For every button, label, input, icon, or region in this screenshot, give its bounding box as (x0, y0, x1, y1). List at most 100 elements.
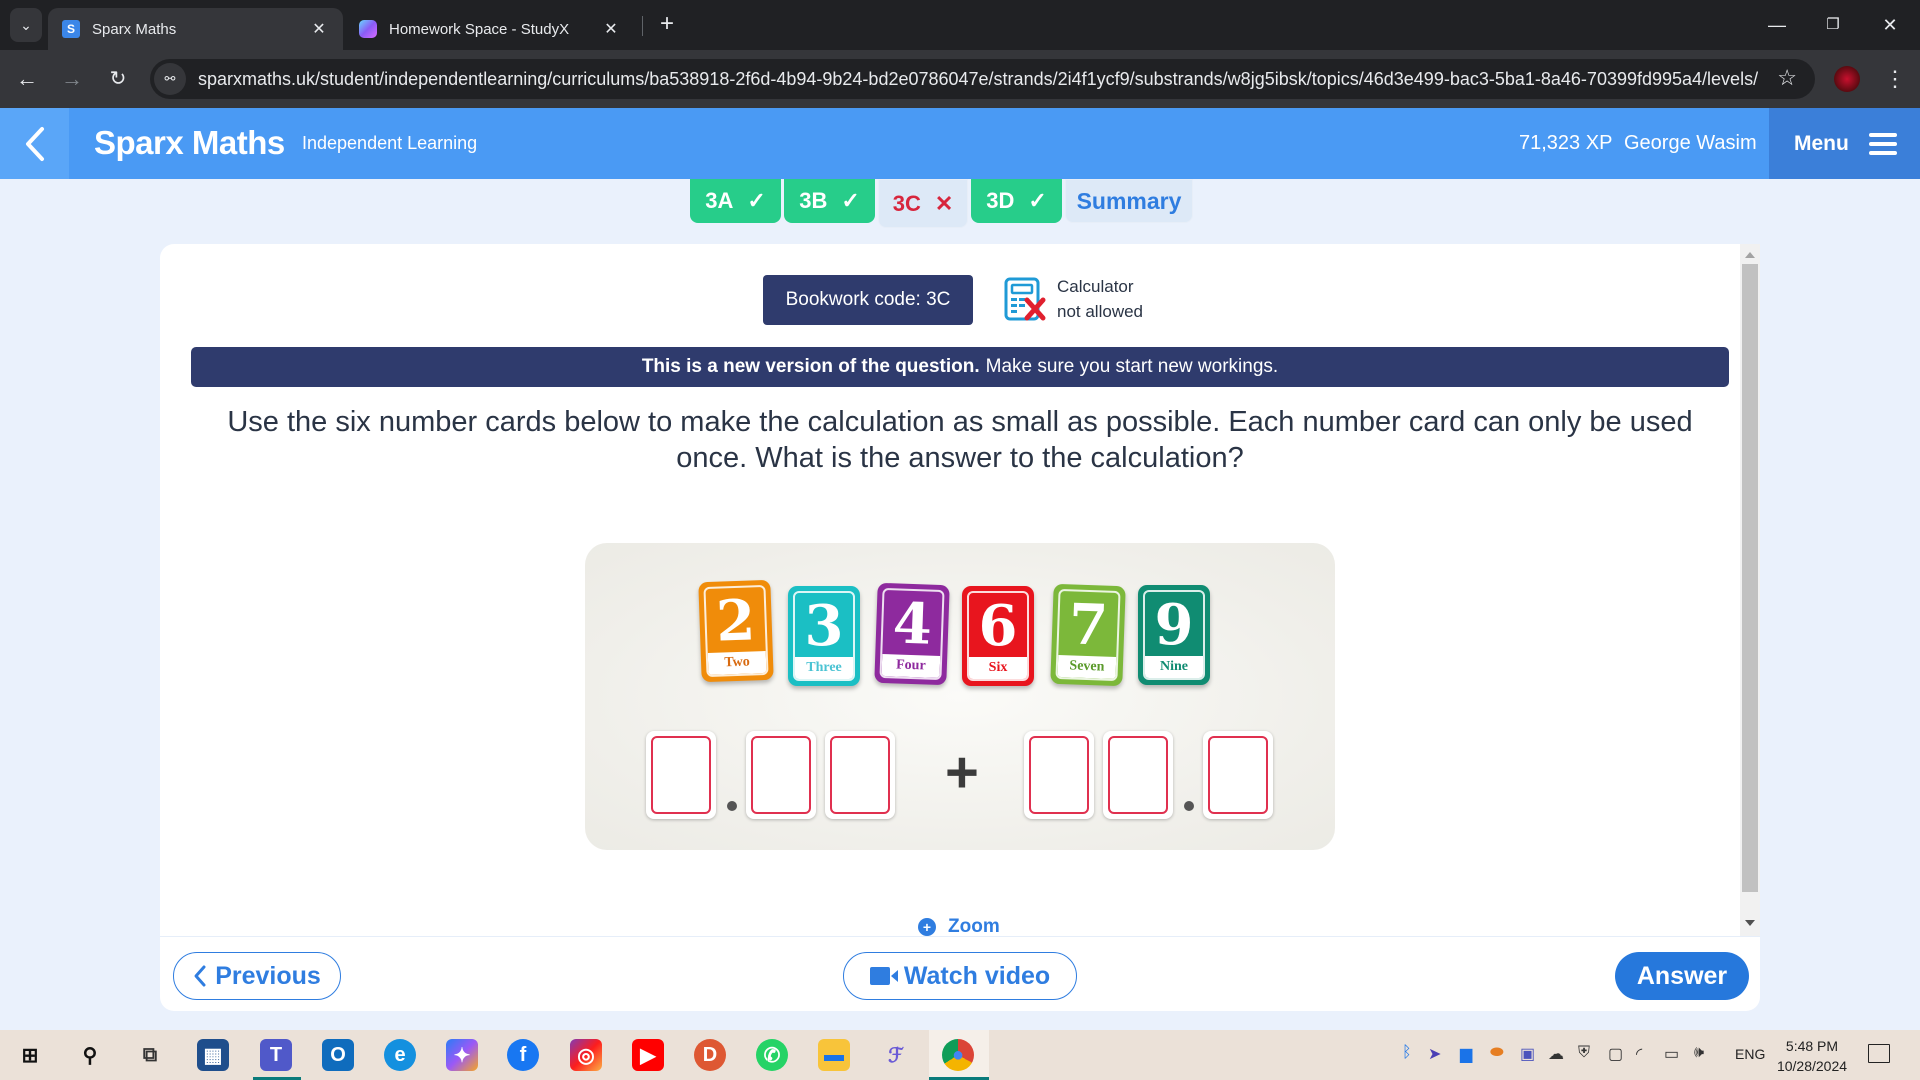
duckduckgo-icon[interactable]: D (694, 1039, 726, 1071)
browser-tab-bar: ⌄ S Sparx Maths ✕ Homework Space - Study… (0, 0, 1920, 50)
plus-operator: + (945, 740, 979, 805)
video-camera-icon (869, 967, 898, 985)
previous-button[interactable]: Previous (173, 952, 341, 1000)
menu-button[interactable]: Menu (1769, 108, 1920, 179)
decimal-point (1184, 801, 1194, 811)
onedrive-offline-icon[interactable]: ☁ (1548, 1044, 1564, 1064)
browser-menu-icon[interactable]: ⋮ (1884, 64, 1906, 94)
address-bar[interactable]: ⚯ sparxmaths.uk/student/independentlearn… (150, 59, 1815, 99)
edge-icon[interactable]: e (384, 1039, 416, 1071)
app-tray-icon[interactable]: ⬬ (1490, 1044, 1504, 1062)
url-text[interactable]: sparxmaths.uk/student/independentlearnin… (198, 69, 1758, 90)
slot-border (1029, 736, 1089, 814)
scrollbar[interactable] (1740, 244, 1760, 936)
studyx-favicon-icon (359, 20, 377, 38)
camera-icon[interactable]: ▢ (1608, 1044, 1623, 1064)
banner-text: Make sure you start new workings. (985, 356, 1279, 377)
new-version-banner: This is a new version of the question. M… (191, 347, 1729, 387)
tab-3a[interactable]: 3A ✓ (690, 179, 781, 223)
browser-tab-studyx[interactable]: Homework Space - StudyX ✕ (345, 8, 635, 50)
teams-tray-icon[interactable]: ▣ (1520, 1044, 1535, 1064)
wifi-icon[interactable]: ◜ (1636, 1044, 1642, 1064)
answer-slot-6[interactable] (1203, 731, 1273, 819)
windows-taskbar: ⊞ ⚲ ⧉ ▦ T Oe ✦ f ◎ ▶ D ✆ ▬ ℱ ● ᛒ ➤ ▆ ⬬ ▣ ☁ ⛨ ▢ ◜ ▭ 🕪 E… (0, 1030, 1920, 1080)
calculation-slots: + (585, 543, 1335, 850)
question-card: Bookwork code: 3C Calculator not allowed… (160, 244, 1760, 1011)
page-subtitle: Independent Learning (302, 133, 478, 153)
scrollbar-thumb[interactable] (1742, 264, 1758, 892)
answer-button[interactable]: Answer (1615, 952, 1749, 1000)
close-tab-icon[interactable]: ✕ (309, 19, 329, 39)
slot-border (1208, 736, 1268, 814)
number-cards-panel: 2 Two 3 Three 4 Four 6 Six 7 Seven 9 Nine + (585, 543, 1335, 850)
tab-3c[interactable]: 3C ✕ (878, 179, 968, 228)
answer-slot-4[interactable] (1024, 731, 1094, 819)
forward-arrow-icon[interactable]: → (57, 64, 87, 94)
tab-label: 3B (799, 188, 828, 213)
search-icon[interactable]: ⚲ (74, 1039, 106, 1071)
copilot-icon[interactable]: ✦ (446, 1039, 478, 1071)
clock[interactable]: 5:48 PM 10/28/2024 (1772, 1036, 1852, 1076)
notifications-icon[interactable] (1868, 1044, 1890, 1063)
tab-label: Summary (1076, 187, 1182, 214)
question-scroll-area[interactable]: Bookwork code: 3C Calculator not allowed… (160, 244, 1760, 936)
answer-slot-1[interactable] (646, 731, 716, 819)
outlook-icon[interactable]: O (322, 1039, 354, 1071)
battery-icon[interactable]: ▭ (1664, 1044, 1679, 1064)
minimize-icon[interactable]: — (1757, 10, 1797, 40)
answer-slot-5[interactable] (1103, 731, 1173, 819)
facebook-icon[interactable]: f (507, 1039, 539, 1071)
watch-video-button[interactable]: Watch video (843, 952, 1077, 1000)
brand-logo[interactable]: Sparx Maths (94, 124, 285, 162)
tab-search-button[interactable]: ⌄ (10, 8, 42, 42)
profile-avatar[interactable] (1834, 66, 1860, 92)
pointer-icon[interactable]: ➤ (1428, 1044, 1441, 1064)
display-icon[interactable]: ▆ (1460, 1044, 1472, 1064)
menu-label: Menu (1794, 131, 1849, 155)
bookmark-star-icon[interactable]: ☆ (1777, 65, 1797, 91)
site-info-icon[interactable]: ⚯ (154, 63, 186, 95)
file-explorer-icon[interactable]: ▬ (818, 1039, 850, 1071)
volume-icon[interactable]: 🕪 (1694, 1044, 1704, 1062)
tab-title: Sparx Maths (92, 20, 177, 38)
tab-3d[interactable]: 3D ✓ (971, 179, 1062, 223)
tab-title: Homework Space - StudyX (389, 20, 570, 38)
calculator-status: Calculator not allowed (1057, 274, 1143, 324)
browser-tab-sparx[interactable]: S Sparx Maths ✕ (48, 8, 343, 50)
answer-slot-2[interactable] (746, 731, 816, 819)
question-footer: Previous Watch video Answer (160, 936, 1760, 1011)
tab-3b[interactable]: 3B ✓ (784, 179, 875, 223)
scroll-up-icon[interactable] (1745, 252, 1755, 258)
new-tab-button[interactable]: + (652, 10, 682, 40)
close-tab-icon[interactable]: ✕ (601, 19, 621, 39)
youtube-icon[interactable]: ▶ (632, 1039, 664, 1071)
tab-summary[interactable]: Summary (1065, 179, 1193, 223)
figma-icon[interactable]: ℱ (880, 1039, 912, 1071)
answer-slot-3[interactable] (825, 731, 895, 819)
check-icon: ✓ (1028, 188, 1047, 213)
tab-label: 3C (892, 190, 921, 216)
security-warning-icon[interactable]: ⛨ (1578, 1044, 1590, 1062)
bluetooth-icon[interactable]: ᛒ (1402, 1044, 1412, 1062)
bookwork-code-badge: Bookwork code: 3C (763, 275, 973, 325)
window-close-icon[interactable]: ✕ (1870, 10, 1910, 40)
task-tabs: 3A ✓ 3B ✓ 3C ✕ 3D ✓ Summary (690, 179, 1193, 228)
zoom-button[interactable]: + Zoom (918, 916, 1000, 936)
back-button[interactable] (0, 108, 69, 179)
microsoft-store-icon[interactable]: ▦ (197, 1039, 229, 1071)
restore-icon[interactable]: ❐ (1813, 10, 1853, 40)
chrome-icon[interactable]: ● (942, 1039, 974, 1071)
scroll-down-icon[interactable] (1745, 920, 1755, 926)
whatsapp-icon[interactable]: ✆ (756, 1039, 788, 1071)
teams-icon[interactable]: T (260, 1039, 292, 1071)
chevron-left-icon (25, 126, 44, 161)
instagram-icon[interactable]: ◎ (570, 1039, 602, 1071)
back-arrow-icon[interactable]: ← (12, 64, 42, 94)
reload-icon[interactable]: ↻ (103, 64, 133, 94)
cross-icon: ✕ (934, 190, 954, 216)
task-view-icon[interactable]: ⧉ (134, 1039, 166, 1071)
windows-start-icon[interactable]: ⊞ (14, 1039, 46, 1071)
language-indicator[interactable]: ENG (1735, 1046, 1765, 1062)
answer-label: Answer (1636, 961, 1728, 990)
browser-toolbar: ← → ↻ ⚯ sparxmaths.uk/student/independen… (0, 50, 1920, 108)
